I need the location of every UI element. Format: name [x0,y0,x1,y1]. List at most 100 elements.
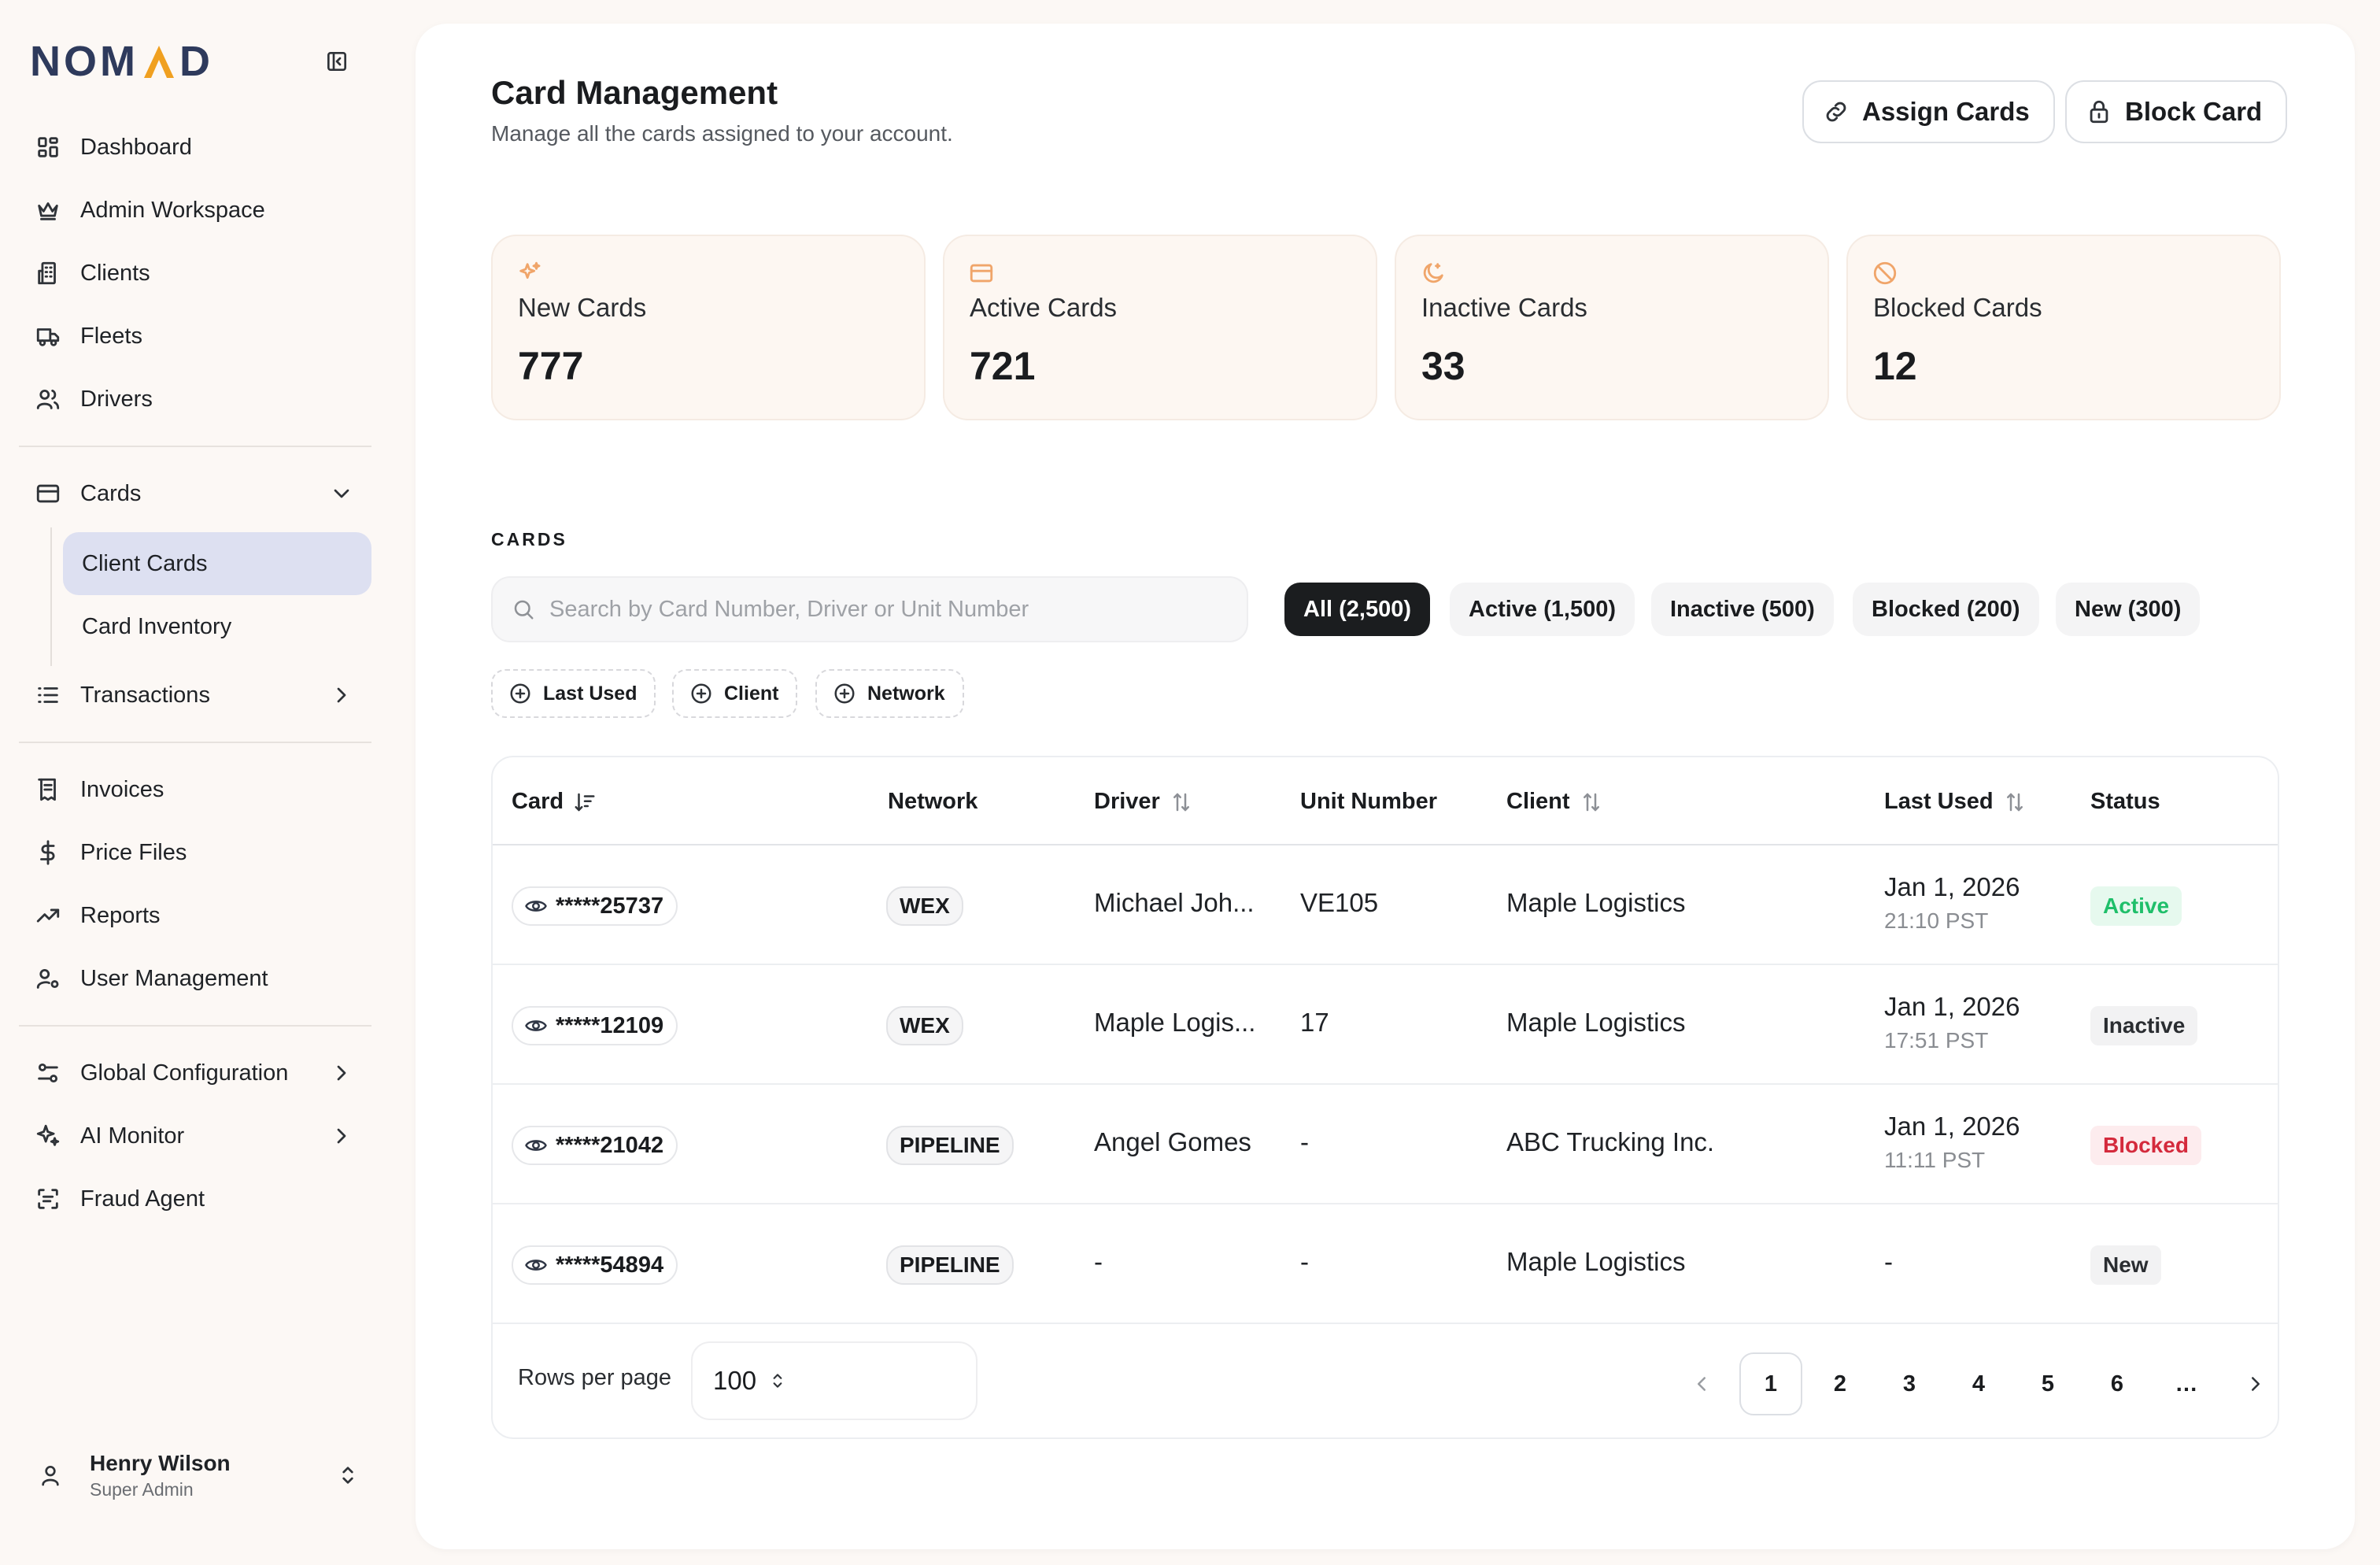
tab-inactive[interactable]: Inactive (500) [1651,583,1834,636]
nav-item-transactions[interactable]: Transactions [19,664,371,726]
page-button-5[interactable]: 5 [2016,1352,2079,1415]
card-number-toggle[interactable]: *****54894 [512,1245,678,1285]
page-button-3[interactable]: 3 [1878,1352,1941,1415]
card-number-toggle[interactable]: *****21042 [512,1126,678,1165]
assign-cards-label: Assign Cards [1862,97,2030,126]
table-row[interactable]: *****54894 PIPELINE - - Maple Logistics … [493,1204,2278,1324]
network-badge: PIPELINE [886,1245,1014,1285]
column-label: Driver [1094,789,1160,814]
trending-icon [36,908,60,923]
stat-card-inactive: Inactive Cards 33 [1395,235,1829,420]
driver-cell: Michael Joh... [1094,888,1255,917]
page-title: Card Management [491,74,778,111]
nav-item-invoices[interactable]: Invoices [19,759,371,820]
sidebar: NOM D Dashboard Admin Workspace Clients … [0,0,403,1565]
user-name: Henry Wilson [90,1450,231,1475]
table-row[interactable]: *****25737 WEX Michael Joh... VE105 Mapl… [493,845,2278,965]
nomad-logo[interactable]: NOM D [30,38,213,85]
nav-label: User Management [80,965,268,991]
column-header-card[interactable]: Card [512,789,597,815]
network-badge: WEX [886,886,963,926]
unit-cell: 17 [1300,1008,1329,1037]
plus-circle-icon [691,683,711,704]
filter-client[interactable]: Client [672,669,798,718]
column-header-last-used[interactable]: Last Used [1884,789,2027,815]
nav-item-fraud-agent[interactable]: Fraud Agent [19,1168,371,1230]
block-card-button[interactable]: Block Card [2065,80,2288,143]
nav-item-user-management[interactable]: User Management [19,948,371,1009]
nav-item-global-configuration[interactable]: Global Configuration [19,1042,371,1104]
nav-item-clients[interactable]: Clients [19,242,371,304]
receipt-icon [38,778,56,801]
unit-cell: - [1300,1127,1309,1156]
column-label: Unit Number [1300,789,1437,814]
page-button-6[interactable]: 6 [2086,1352,2149,1415]
sort-icon [1173,793,1189,811]
nav-label: Transactions [80,682,210,708]
nav-item-ai-monitor[interactable]: AI Monitor [19,1105,371,1167]
nav-label: Invoices [80,776,164,802]
stat-card-active: Active Cards 721 [943,235,1377,420]
lock-icon [2090,100,2108,124]
status-badge: Inactive [2090,1006,2198,1045]
unit-cell: - [1300,1247,1309,1276]
column-header-client[interactable]: Client [1506,789,1603,815]
ban-icon [1873,261,1897,285]
rows-per-page-value: 100 [713,1366,757,1395]
dashboard-icon [38,137,58,157]
nav-item-admin-workspace[interactable]: Admin Workspace [19,179,371,241]
page-button-1[interactable]: 1 [1739,1352,1802,1415]
assign-cards-button[interactable]: Assign Cards [1802,80,2055,143]
tab-blocked[interactable]: Blocked (200) [1853,583,2039,636]
card-number: *****54894 [556,1252,664,1278]
filter-network[interactable]: Network [815,669,964,718]
sub-item-client-cards[interactable]: Client Cards [63,532,371,595]
unit-cell: VE105 [1300,888,1379,917]
filter-last-used[interactable]: Last Used [491,669,656,718]
eye-icon [525,1020,547,1031]
tab-active[interactable]: Active (1,500) [1450,583,1635,636]
stat-value: 777 [518,344,584,388]
chevron-right-icon [337,687,346,703]
sub-item-card-inventory[interactable]: Card Inventory [63,595,371,658]
more-pages-ellipsis[interactable]: … [2155,1352,2218,1415]
nav-item-price-files[interactable]: Price Files [19,822,371,883]
rows-per-page-select[interactable]: 100 [691,1341,978,1420]
user-info: Henry Wilson Super Admin [90,1451,231,1500]
card-number-toggle[interactable]: *****25737 [512,886,678,926]
nav-item-reports[interactable]: Reports [19,885,371,946]
list-icon [38,687,58,703]
next-page-button[interactable] [2224,1352,2278,1415]
driver-cell: - [1094,1247,1103,1276]
collapse-sidebar-icon[interactable] [324,49,356,77]
user-menu[interactable]: Henry Wilson Super Admin [30,1442,360,1508]
scan-icon [38,1189,58,1209]
prev-page-button[interactable] [1670,1352,1733,1415]
search-box [491,576,1248,642]
page-subtitle: Manage all the cards assigned to your ac… [491,121,953,146]
nav-item-drivers[interactable]: Drivers [19,368,371,430]
table-row[interactable]: *****21042 PIPELINE Angel Gomes - ABC Tr… [493,1085,2278,1204]
network-badge: WEX [886,1006,963,1045]
tab-new[interactable]: New (300) [2056,583,2201,636]
search-input[interactable] [549,596,1226,623]
plus-circle-icon [510,683,530,704]
nav-item-cards[interactable]: Cards [19,463,371,524]
card-number-toggle[interactable]: *****12109 [512,1006,678,1045]
stat-label: Blocked Cards [1873,293,2042,322]
submenu-rail [50,527,52,666]
last-used-date: Jan 1, 2026 [1884,992,2020,1021]
client-cell: Maple Logistics [1506,888,1686,917]
page-button-4[interactable]: 4 [1947,1352,2010,1415]
user-icon [42,1466,59,1486]
nav-item-fleets[interactable]: Fleets [19,305,371,367]
table-footer: Rows per page 100 1 2 3 4 5 6 … [493,1324,2278,1437]
client-cell: Maple Logistics [1506,1247,1686,1276]
plus-circle-icon [834,683,855,704]
column-header-driver[interactable]: Driver [1094,789,1193,815]
crown-icon [38,202,58,220]
nav-item-dashboard[interactable]: Dashboard [19,117,371,178]
tab-all[interactable]: All (2,500) [1284,583,1430,636]
page-button-2[interactable]: 2 [1809,1352,1872,1415]
table-row[interactable]: *****12109 WEX Maple Logis... 17 Maple L… [493,965,2278,1085]
